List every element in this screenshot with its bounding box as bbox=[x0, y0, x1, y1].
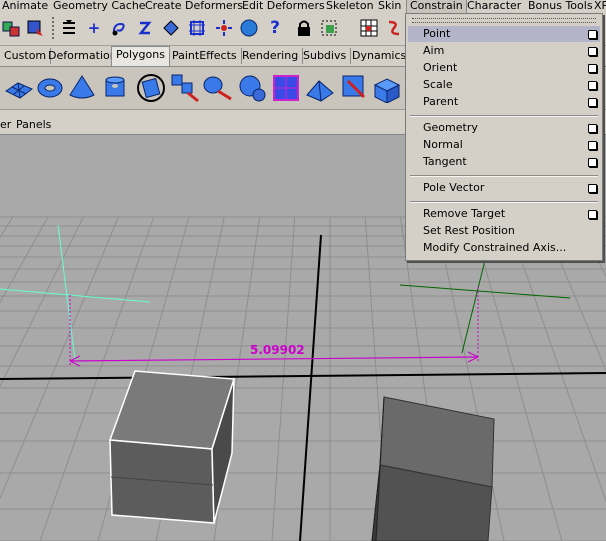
tab-polygons[interactable]: Polygons bbox=[111, 46, 170, 66]
main-menubar: Animate Geometry Cache Create Deformers … bbox=[0, 0, 606, 13]
channel-box-icon[interactable] bbox=[383, 17, 405, 39]
aim-option-box-icon[interactable] bbox=[588, 47, 597, 56]
tab-painteffects[interactable]: PaintEffects bbox=[168, 48, 242, 64]
constrain-menu-dropdown: Point Aim Orient Scale Parent Geometry N… bbox=[405, 13, 603, 261]
orient-option-box-icon[interactable] bbox=[588, 64, 597, 73]
menu-item-remove-target[interactable]: Remove Target bbox=[408, 206, 600, 222]
panel-menu-renderer[interactable]: er bbox=[0, 118, 11, 131]
poly-cylinder-icon[interactable] bbox=[100, 73, 130, 103]
snap-point-icon[interactable] bbox=[108, 17, 130, 39]
poly-smooth-icon[interactable] bbox=[271, 73, 301, 103]
snap-view-plane-icon[interactable] bbox=[134, 17, 156, 39]
poly-cone-icon[interactable] bbox=[67, 73, 97, 103]
lock-icon[interactable] bbox=[293, 17, 315, 39]
panel-menu-panels[interactable]: Panels bbox=[16, 118, 51, 131]
make-live-icon[interactable] bbox=[160, 17, 182, 39]
ipr-render-icon[interactable] bbox=[238, 17, 260, 39]
point-option-box-icon[interactable] bbox=[588, 30, 597, 39]
menu-item-pole-vector[interactable]: Pole Vector bbox=[408, 180, 600, 196]
tab-dynamics[interactable]: Dynamics bbox=[348, 48, 412, 64]
parent-option-box-icon[interactable] bbox=[588, 98, 597, 107]
menu-skin[interactable]: Skin bbox=[378, 0, 401, 12]
menu-geometry-cache[interactable]: Geometry Cache bbox=[53, 0, 146, 12]
tab-subdivs[interactable]: Subdivs bbox=[299, 48, 352, 64]
menu-animate[interactable]: Animate bbox=[2, 0, 48, 12]
normal-option-box-icon[interactable] bbox=[588, 141, 597, 150]
menu-separator bbox=[410, 175, 598, 177]
menu-xp[interactable]: XP bbox=[594, 0, 606, 12]
select-highlight-icon[interactable] bbox=[318, 17, 340, 39]
render-icon[interactable] bbox=[213, 17, 235, 39]
curves-icon[interactable] bbox=[358, 17, 380, 39]
help-icon[interactable]: ? bbox=[264, 17, 286, 39]
poly-separate-icon[interactable] bbox=[203, 73, 233, 103]
select-by-hierarchy-icon[interactable] bbox=[0, 17, 22, 39]
menu-item-parent[interactable]: Parent bbox=[408, 94, 600, 110]
tab-rendering[interactable]: Rendering bbox=[238, 48, 304, 64]
menu-item-orient[interactable]: Orient bbox=[408, 60, 600, 76]
geometry-option-box-icon[interactable] bbox=[588, 124, 597, 133]
poly-combine-icon[interactable] bbox=[170, 73, 200, 103]
menu-item-point[interactable]: Point bbox=[408, 26, 600, 42]
remove-target-option-box-icon[interactable] bbox=[588, 210, 597, 219]
poly-cube-subdiv-icon[interactable] bbox=[372, 73, 402, 103]
scale-option-box-icon[interactable] bbox=[588, 81, 597, 90]
snap-curve-icon[interactable]: + bbox=[83, 17, 105, 39]
menu-character[interactable]: Character bbox=[467, 0, 521, 12]
menu-bonus-tools[interactable]: Bonus Tools bbox=[528, 0, 593, 12]
menu-constrain[interactable]: Constrain bbox=[406, 0, 467, 13]
distance-measure-label: 5.09902 bbox=[250, 343, 305, 357]
menu-separator bbox=[410, 115, 598, 117]
menu-item-aim[interactable]: Aim bbox=[408, 43, 600, 59]
poly-mirror-icon[interactable] bbox=[340, 73, 370, 103]
snap-grid-icon[interactable] bbox=[58, 17, 80, 39]
menu-edit-deformers[interactable]: Edit Deformers bbox=[242, 0, 325, 12]
menu-item-tangent[interactable]: Tangent bbox=[408, 154, 600, 170]
menu-tear-off-bar[interactable] bbox=[412, 18, 596, 23]
history-icon[interactable] bbox=[186, 17, 208, 39]
select-by-object-icon[interactable] bbox=[24, 17, 46, 39]
menu-item-set-rest-position[interactable]: Set Rest Position bbox=[408, 223, 600, 239]
menu-create-deformers[interactable]: Create Deformers bbox=[145, 0, 243, 12]
poly-mesh-icon[interactable] bbox=[136, 73, 166, 103]
menu-item-modify-constrained-axis[interactable]: Modify Constrained Axis... bbox=[408, 240, 600, 256]
tangent-option-box-icon[interactable] bbox=[588, 158, 597, 167]
snap-divider-icon bbox=[50, 17, 56, 39]
pole-vector-option-box-icon[interactable] bbox=[588, 184, 597, 193]
poly-extract-icon[interactable] bbox=[236, 73, 266, 103]
menu-separator bbox=[410, 201, 598, 203]
menu-item-scale[interactable]: Scale bbox=[408, 77, 600, 93]
poly-torus-icon[interactable] bbox=[35, 73, 65, 103]
menu-item-geometry[interactable]: Geometry bbox=[408, 120, 600, 136]
poly-plane-icon[interactable] bbox=[4, 73, 34, 103]
poly-boolean-icon[interactable] bbox=[305, 73, 335, 103]
menu-item-normal[interactable]: Normal bbox=[408, 137, 600, 153]
menu-skeleton[interactable]: Skeleton bbox=[326, 0, 374, 12]
